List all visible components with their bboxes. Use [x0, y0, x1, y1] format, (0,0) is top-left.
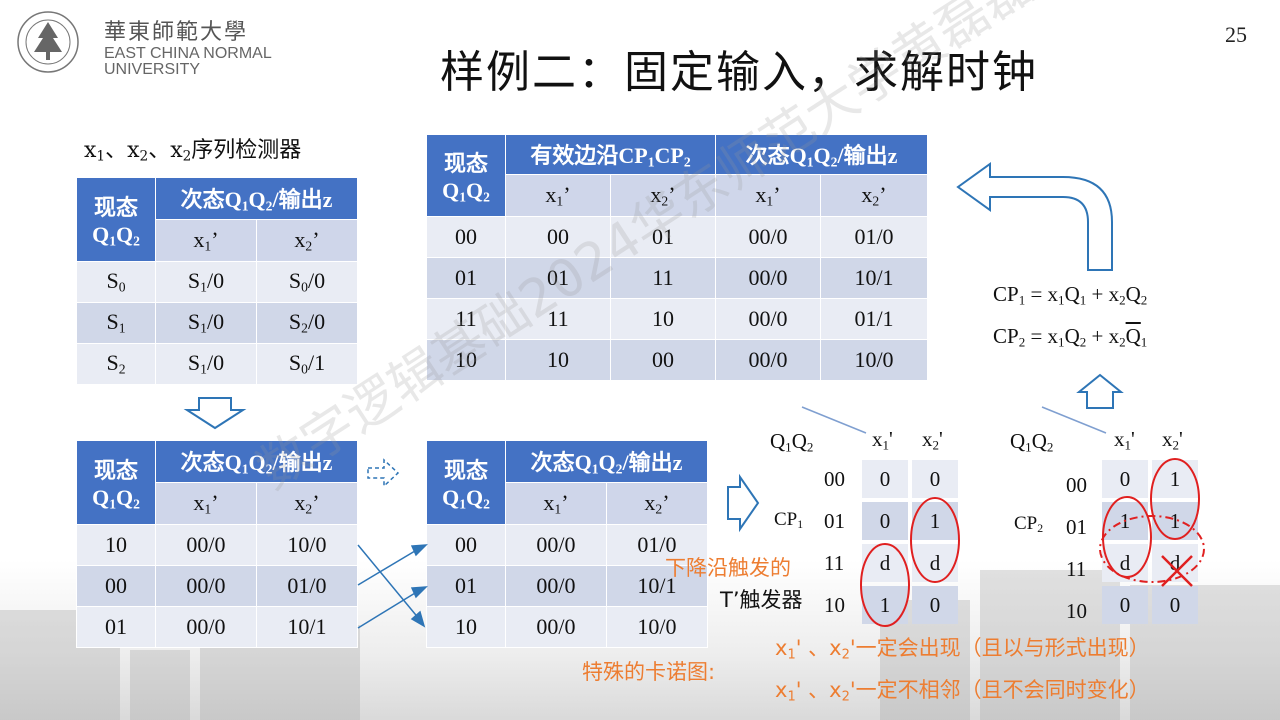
down-arrow-icon — [183, 397, 247, 430]
right-arrow-icon — [727, 473, 760, 533]
curved-return-arrow-icon — [956, 162, 1113, 271]
note-trigger-type: 下降沿触发的 — [665, 556, 791, 580]
note-line-1: x1' 、x2'一定会出现（且以与形式出现） — [775, 636, 1150, 663]
dashed-right-arrow-icon — [367, 458, 400, 488]
note-trigger-name: T’触发器 — [720, 588, 803, 612]
note-special-kmap: 特殊的卡诺图: — [582, 660, 716, 684]
cross-out-mark — [1161, 555, 1193, 587]
annotation-overlay — [183, 162, 1205, 629]
grouping-circles — [860, 458, 1205, 627]
row-mapping-arrows — [357, 544, 428, 629]
up-arrow-icon — [1076, 373, 1124, 409]
note-line-2: x1' 、x2'一定不相邻（且不会同时变化） — [775, 678, 1150, 705]
